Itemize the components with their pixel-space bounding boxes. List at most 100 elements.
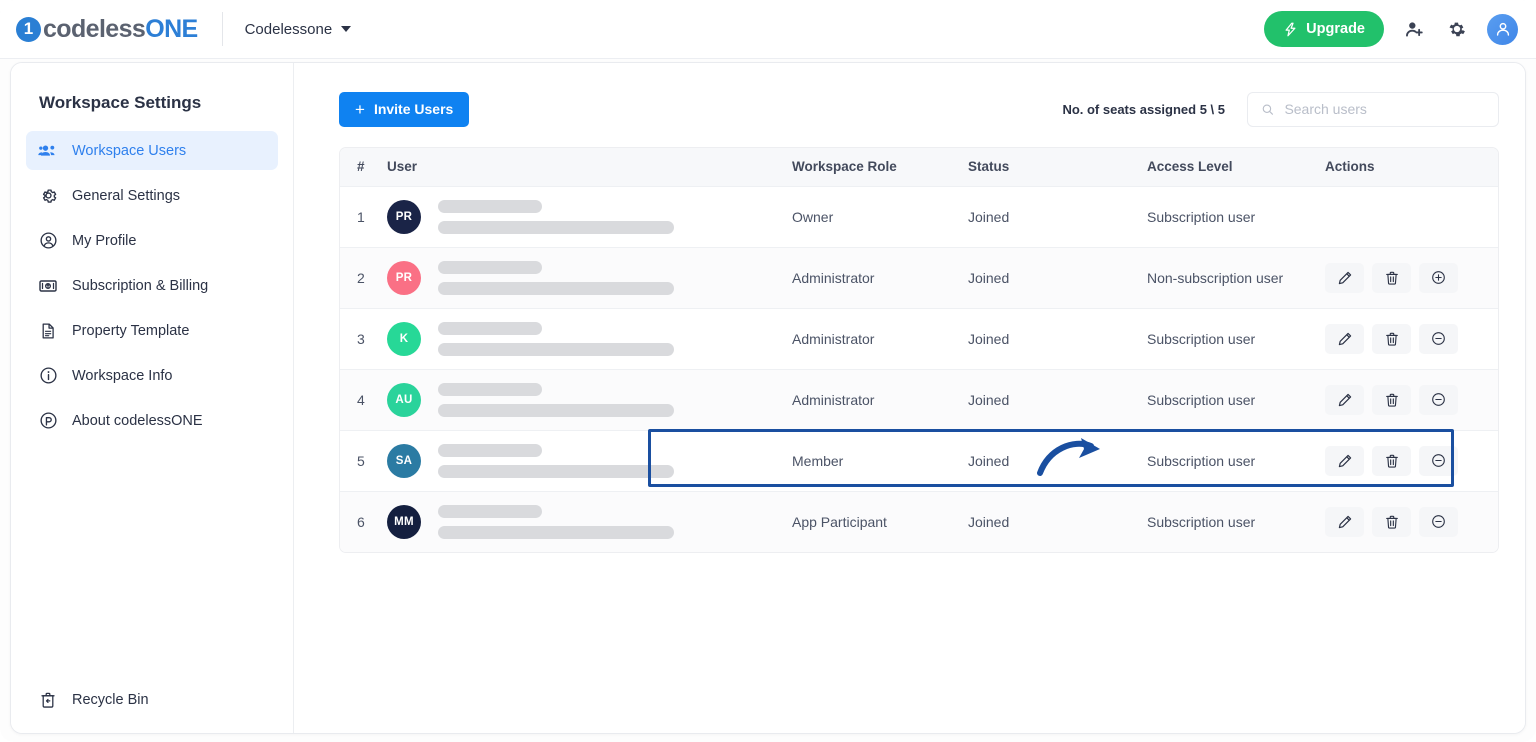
search-icon: [1262, 103, 1273, 115]
user-name-placeholder: [438, 504, 542, 518]
delete-user-button[interactable]: [1372, 506, 1411, 537]
topbar-divider: [221, 12, 223, 46]
minus-circle-icon: [1432, 393, 1445, 406]
toggle-seat-button[interactable]: [1419, 323, 1458, 354]
user-identity-redacted: [438, 260, 674, 295]
trash-icon: [1385, 393, 1398, 407]
sidebar-item-my-profile[interactable]: My Profile: [26, 221, 278, 260]
users-icon: [38, 141, 58, 161]
header-number: #: [357, 159, 365, 175]
sidebar-item-property-template[interactable]: Property Template: [26, 311, 278, 350]
status-cell: Joined: [968, 330, 1010, 347]
main-content: + Invite Users No. of seats assigned 5 \…: [295, 63, 1525, 733]
delete-user-button[interactable]: [1372, 323, 1411, 354]
sidebar-item-about-codelessone[interactable]: About codelessONE: [26, 401, 278, 440]
app-root: 1 codelessONE Codelessone Upgrade Worksp…: [0, 0, 1536, 742]
delete-user-button[interactable]: [1372, 262, 1411, 293]
edit-user-button[interactable]: [1325, 262, 1364, 293]
user-avatar-button[interactable]: [1487, 13, 1518, 45]
edit-user-button[interactable]: [1325, 445, 1364, 476]
sidebar-item-label: Workspace Users: [72, 142, 187, 159]
trash-icon: [1385, 515, 1398, 529]
toggle-seat-button[interactable]: [1419, 262, 1458, 293]
role-cell: Administrator: [792, 269, 875, 286]
edit-user-button[interactable]: [1325, 323, 1364, 354]
access-level-cell: Subscription user: [1147, 452, 1256, 469]
sidebar-title: Workspace Settings: [39, 93, 202, 112]
edit-user-button[interactable]: [1325, 506, 1364, 537]
delete-user-button[interactable]: [1372, 445, 1411, 476]
table-header-row: # User Workspace Role Status Access Leve…: [340, 148, 1498, 186]
pencil-icon: [1338, 271, 1351, 284]
row-number: 4: [357, 391, 365, 408]
sidebar-item-general-settings[interactable]: General Settings: [26, 176, 278, 215]
table-row[interactable]: 1 PR Owner Joined Subscription user: [340, 186, 1498, 247]
user-identity-redacted: [438, 382, 674, 417]
add-user-icon: [1406, 21, 1423, 37]
search-users-box[interactable]: [1247, 91, 1499, 127]
table-row[interactable]: 5 SA Member Joined Subscription user: [340, 430, 1498, 491]
user-email-placeholder: [438, 281, 674, 295]
access-level-cell: Subscription user: [1147, 208, 1256, 225]
users-table: # User Workspace Role Status Access Leve…: [340, 148, 1498, 552]
logo-circle-icon: 1: [16, 16, 41, 42]
sidebar-item-workspace-users[interactable]: Workspace Users: [26, 131, 278, 170]
table-row[interactable]: 6 MM App Participant Joined Subscription use…: [340, 491, 1498, 552]
invite-users-button[interactable]: + Invite Users: [339, 91, 470, 127]
top-bar: 1 codelessONE Codelessone Upgrade: [0, 0, 1536, 59]
chevron-down-icon: [341, 26, 352, 32]
table-row[interactable]: 4 AU Administrator Joined Subscription user: [340, 369, 1498, 430]
actions-cell: [1325, 430, 1498, 491]
workspace-switcher[interactable]: Codelessone: [245, 21, 352, 38]
table-row[interactable]: 3 K Administrator Joined Subscription user: [340, 308, 1498, 369]
header-access: Access Level: [1147, 159, 1233, 175]
add-user-button[interactable]: [1402, 17, 1427, 42]
toolbar-right: No. of seats assigned 5 \ 5: [1062, 91, 1499, 127]
user-circle-icon: [38, 231, 58, 251]
access-level-cell: Subscription user: [1147, 391, 1256, 408]
delete-user-button[interactable]: [1372, 384, 1411, 415]
user-cell: K: [387, 308, 792, 369]
toggle-seat-button[interactable]: [1419, 445, 1458, 476]
plus-icon: +: [355, 99, 365, 119]
users-table-body: 1 PR Owner Joined Subscription user 2 PR Admini…: [340, 186, 1498, 552]
user-identity-redacted: [438, 443, 674, 478]
user-email-placeholder: [438, 525, 674, 539]
logo-text-left: codeless: [43, 14, 146, 43]
sidebar-item-subscription-billing[interactable]: Subscription & Billing: [26, 266, 278, 305]
role-cell: App Participant: [792, 513, 887, 530]
plus-circle-icon: [1432, 271, 1445, 284]
seats-assigned-label: No. of seats assigned 5 \ 5: [1062, 101, 1225, 117]
billing-icon: [38, 276, 58, 296]
row-number: 6: [357, 513, 365, 530]
user-cell: PR: [387, 247, 792, 308]
sidebar-item-workspace-info[interactable]: Workspace Info: [26, 356, 278, 395]
app-logo[interactable]: 1 codelessONE: [16, 15, 198, 44]
toggle-seat-button[interactable]: [1419, 506, 1458, 537]
upgrade-button[interactable]: Upgrade: [1264, 11, 1384, 47]
logo-text: codelessONE: [43, 15, 198, 44]
status-cell: Joined: [968, 391, 1010, 408]
topbar-actions: Upgrade: [1264, 11, 1518, 47]
status-cell: Joined: [968, 513, 1010, 530]
about-icon: [38, 411, 58, 431]
header-role: Workspace Role: [792, 159, 897, 175]
table-row[interactable]: 2 PR Administrator Joined Non-subscription u…: [340, 247, 1498, 308]
avatar: K: [387, 321, 421, 356]
row-number: 1: [357, 208, 365, 225]
header-actions: Actions: [1325, 159, 1375, 175]
avatar: AU: [387, 382, 421, 417]
sidebar-item-label: Workspace Info: [72, 367, 173, 384]
avatar: PR: [387, 260, 421, 295]
search-input[interactable]: [1284, 101, 1485, 117]
access-level-cell: Non-subscription user: [1147, 269, 1284, 286]
toggle-seat-button[interactable]: [1419, 384, 1458, 415]
role-cell: Member: [792, 452, 844, 469]
document-icon: [38, 321, 58, 341]
settings-button[interactable]: [1445, 17, 1469, 41]
edit-user-button[interactable]: [1325, 384, 1364, 415]
user-email-placeholder: [438, 220, 674, 234]
page-card: Workspace Settings Workspace Users Gener…: [10, 62, 1526, 734]
sidebar-item-recycle-bin[interactable]: Recycle Bin: [26, 680, 278, 719]
status-cell: Joined: [968, 269, 1010, 286]
